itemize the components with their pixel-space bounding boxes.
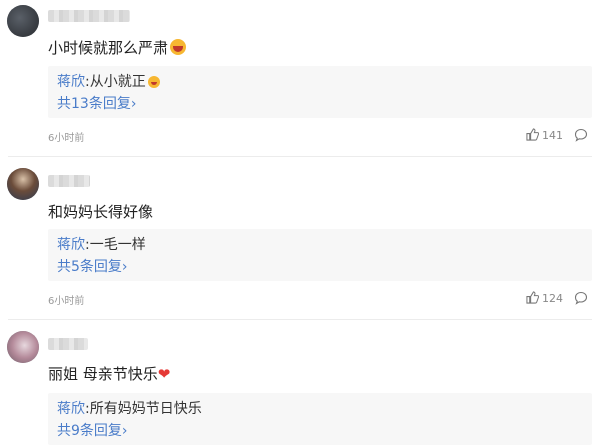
like-button[interactable]: 124 xyxy=(526,291,563,305)
reply-count-link[interactable]: 共13条回复› xyxy=(57,93,136,113)
chevron-right-icon[interactable]: › xyxy=(122,259,128,275)
comment-item: 丽姐 母亲节快乐❤ 蒋欣:所有妈妈节日快乐 共9条回复› xyxy=(0,320,600,447)
reply-preview[interactable]: 蒋欣:一毛一样 共5条回复› xyxy=(48,229,592,281)
reply-count[interactable]: 共9条回复 xyxy=(57,423,122,439)
reply-count-link[interactable]: 共9条回复› xyxy=(57,420,128,440)
avatar[interactable] xyxy=(7,5,39,37)
reply-preview[interactable]: 蒋欣:所有妈妈节日快乐 共9条回复› xyxy=(48,393,592,445)
like-count: 141 xyxy=(542,129,563,142)
timestamp: 6小时前 xyxy=(48,133,85,144)
username-blurred[interactable] xyxy=(48,338,88,350)
comment-bubble-icon[interactable] xyxy=(574,128,588,142)
chevron-right-icon[interactable]: › xyxy=(122,423,128,439)
reply-text: 一毛一样 xyxy=(89,237,146,253)
comment-text: 小时候就那么严肃 xyxy=(48,37,187,58)
comment-item: 小时候就那么严肃 蒋欣:从小就正 共13条回复› 6小时前 141 xyxy=(0,0,600,160)
wink-emoji-icon xyxy=(147,76,160,88)
comment-item: 和妈妈长得好像 蒋欣:一毛一样 共5条回复› 6小时前 124 xyxy=(0,160,600,320)
reply-line: 蒋欣:一毛一样 xyxy=(57,234,146,254)
reply-line: 蒋欣:从小就正 xyxy=(57,71,160,91)
divider xyxy=(8,156,592,157)
thumbs-up-icon xyxy=(526,128,540,141)
reply-line: 蒋欣:所有妈妈节日快乐 xyxy=(57,398,202,418)
username-blurred[interactable] xyxy=(48,10,130,22)
chevron-right-icon[interactable]: › xyxy=(131,96,137,112)
thumbs-up-icon xyxy=(526,291,540,304)
laughing-emoji-icon xyxy=(170,39,187,55)
reply-count-link[interactable]: 共5条回复› xyxy=(57,256,128,276)
reply-text: 所有妈妈节日快乐 xyxy=(89,401,202,417)
avatar[interactable] xyxy=(7,331,39,363)
timestamp: 6小时前 xyxy=(48,296,85,307)
reply-author[interactable]: 蒋欣 xyxy=(57,237,85,253)
like-button[interactable]: 141 xyxy=(526,128,563,142)
reply-preview[interactable]: 蒋欣:从小就正 共13条回复› xyxy=(48,66,592,118)
reply-author[interactable]: 蒋欣 xyxy=(57,74,85,90)
comment-text: 和妈妈长得好像 xyxy=(48,203,154,221)
username-blurred[interactable] xyxy=(48,175,90,187)
avatar[interactable] xyxy=(7,168,39,200)
reply-count[interactable]: 共13条回复 xyxy=(57,96,131,112)
like-count: 124 xyxy=(542,292,563,305)
red-heart-icon: ❤ xyxy=(157,365,171,383)
reply-author[interactable]: 蒋欣 xyxy=(57,401,85,417)
reply-count[interactable]: 共5条回复 xyxy=(57,259,122,275)
comment-bubble-icon[interactable] xyxy=(574,291,588,305)
comment-text: 丽姐 母亲节快乐❤ xyxy=(48,365,171,383)
reply-text: 从小就正 xyxy=(89,74,146,90)
